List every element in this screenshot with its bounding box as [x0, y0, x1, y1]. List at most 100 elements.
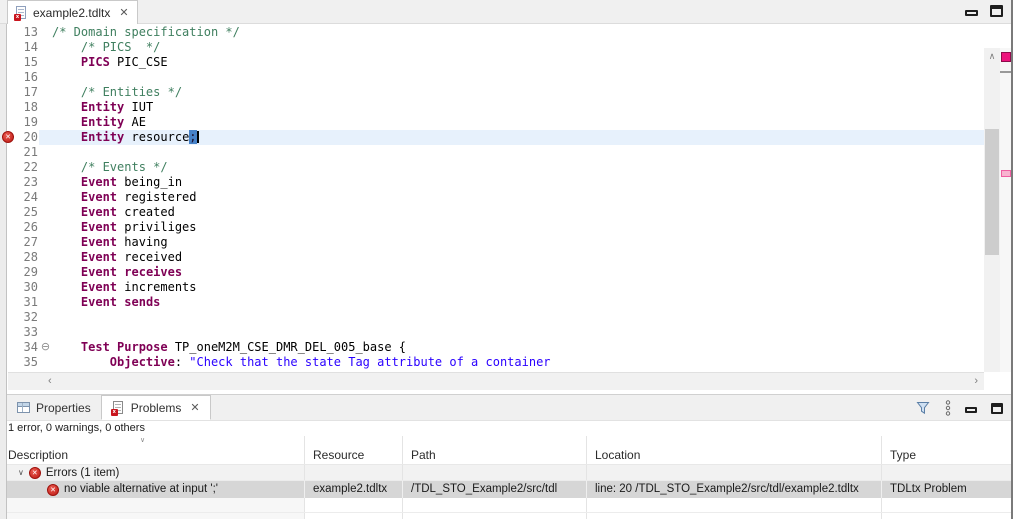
code-line[interactable]: 34 ⊖ Test Purpose TP_oneM2M_CSE_DMR_DEL_0… — [0, 340, 984, 355]
problems-group-cell: ∨ ✕ Errors (1 item) — [0, 465, 305, 480]
scroll-left-icon[interactable]: ‹ — [48, 375, 52, 387]
code-text: Entity AE — [52, 115, 984, 130]
vertical-scrollbar-thumb[interactable] — [985, 129, 999, 255]
editor-tab-close-icon[interactable]: ✕ — [119, 6, 128, 19]
code-line[interactable]: 29 Event receives — [0, 265, 984, 280]
gutter-annotation — [0, 340, 16, 355]
code-line[interactable]: 16 — [0, 70, 984, 85]
code-line[interactable]: 23 Event being_in — [0, 175, 984, 190]
gutter-annotation — [0, 265, 16, 280]
column-header-description[interactable]: Description ∨ — [0, 436, 305, 464]
empty-table-row[interactable] — [0, 513, 1011, 519]
expand-chevron-icon[interactable]: ∨ — [18, 465, 24, 480]
code-line[interactable]: 18 Entity IUT — [0, 100, 984, 115]
line-number: 34 — [23, 340, 38, 354]
code-line[interactable]: 31 Event sends — [0, 295, 984, 310]
code-line[interactable]: ✕ 20 Entity resource; — [0, 130, 984, 145]
overview-error-marker[interactable] — [1001, 170, 1011, 177]
tab-properties[interactable]: Properties — [7, 395, 101, 420]
code-line[interactable]: 15 PICS PIC_CSE — [0, 55, 984, 70]
code-token: Event — [80, 205, 118, 219]
tab-problems[interactable]: x Problems ✕ — [100, 395, 211, 420]
code-lines: 13/* Domain specification */14 /* PICS *… — [0, 25, 984, 370]
column-header-location[interactable]: Location — [587, 436, 882, 464]
gutter-annotation — [0, 250, 16, 265]
fold-margin — [39, 355, 52, 370]
fold-margin — [39, 145, 52, 160]
scroll-right-icon[interactable]: › — [974, 375, 978, 387]
column-header-label: Location — [595, 448, 641, 462]
tab-problems-label: Problems — [130, 400, 182, 415]
code-token: /* Domain specification */ — [52, 25, 240, 39]
code-line[interactable]: 14 /* PICS */ — [0, 40, 984, 55]
panel-minimize-icon[interactable] — [965, 406, 977, 413]
overview-ruler[interactable] — [1000, 48, 1011, 372]
problem-row[interactable]: ✕ no viable alternative at input ';' examp… — [0, 481, 1011, 498]
code-token: /* PICS */ — [52, 40, 161, 54]
gutter-annotation — [0, 25, 16, 40]
code-line[interactable]: 13 /* Domain specification */ — [0, 25, 984, 40]
problems-table-header: Description ∨ Resource Path Location Type — [0, 436, 1011, 465]
code-line[interactable]: 27 Event having — [0, 235, 984, 250]
fold-margin — [39, 220, 52, 235]
column-header-resource[interactable]: Resource — [305, 436, 403, 464]
code-line[interactable]: 17 /* Entities */ — [0, 85, 984, 100]
code-line[interactable]: 25 Event created — [0, 205, 984, 220]
maximize-icon[interactable] — [990, 5, 1003, 17]
fold-margin — [39, 235, 52, 250]
column-header-type[interactable]: Type — [882, 436, 1011, 464]
code-line-body — [39, 310, 984, 325]
empty-cell — [882, 513, 1011, 519]
line-number: 28 — [23, 250, 38, 264]
overview-error-indicator-icon[interactable] — [1001, 52, 1011, 62]
empty-cell — [0, 513, 305, 519]
code-editor[interactable]: 13/* Domain specification */14 /* PICS *… — [0, 24, 1011, 372]
filter-icon[interactable] — [916, 401, 931, 415]
code-line[interactable]: 26 Event priviliges — [0, 220, 984, 235]
code-token: resource — [124, 130, 190, 144]
gutter-annotation — [0, 325, 16, 340]
code-line[interactable]: 19 Entity AE — [0, 115, 984, 130]
fold-collapse-icon[interactable]: ⊖ — [39, 340, 52, 355]
code-text: Event registered — [52, 190, 984, 205]
code-line[interactable]: 32 — [0, 310, 984, 325]
column-header-path[interactable]: Path — [403, 436, 587, 464]
empty-cell — [587, 498, 882, 512]
code-line-body: Event increments — [39, 280, 984, 295]
code-line[interactable]: 30 Event increments — [0, 280, 984, 295]
fold-margin — [39, 190, 52, 205]
fold-margin — [39, 40, 52, 55]
minimize-icon[interactable] — [965, 10, 978, 16]
code-token: priviliges — [117, 220, 197, 234]
code-text: /* PICS */ — [52, 40, 984, 55]
code-line[interactable]: 24 Event registered — [0, 190, 984, 205]
empty-table-row[interactable] — [0, 498, 1011, 513]
horizontal-scrollbar[interactable]: ‹ › — [8, 372, 984, 390]
problems-group-row[interactable]: ∨ ✕ Errors (1 item) — [0, 465, 1011, 481]
error-icon: ✕ — [28, 466, 41, 479]
tab-problems-close-icon[interactable]: ✕ — [190, 401, 199, 414]
code-line[interactable]: 28 Event received — [0, 250, 984, 265]
view-menu-icon[interactable] — [945, 400, 951, 416]
editor-tab-example2[interactable]: x example2.tdltx ✕ — [7, 0, 138, 24]
code-text: /* Domain specification */ — [52, 25, 984, 40]
panel-maximize-icon[interactable] — [991, 402, 1003, 414]
code-token: Entity — [80, 115, 125, 129]
line-number: 17 — [23, 85, 38, 99]
scroll-up-icon[interactable]: ∧ — [984, 49, 1000, 63]
gutter-annotation — [0, 280, 16, 295]
fold-margin — [39, 205, 52, 220]
gutter-annotation — [0, 205, 16, 220]
code-line[interactable]: 35 Objective: "Check that the state Tag … — [0, 355, 984, 370]
code-line[interactable]: 21 — [0, 145, 984, 160]
editor-tab-label: example2.tdltx — [33, 5, 111, 20]
code-line[interactable]: 33 — [0, 325, 984, 340]
empty-cell — [882, 498, 1011, 512]
code-line[interactable]: 22 /* Events */ — [0, 160, 984, 175]
vertical-scrollbar[interactable]: ∧ ∨ — [984, 48, 1000, 372]
